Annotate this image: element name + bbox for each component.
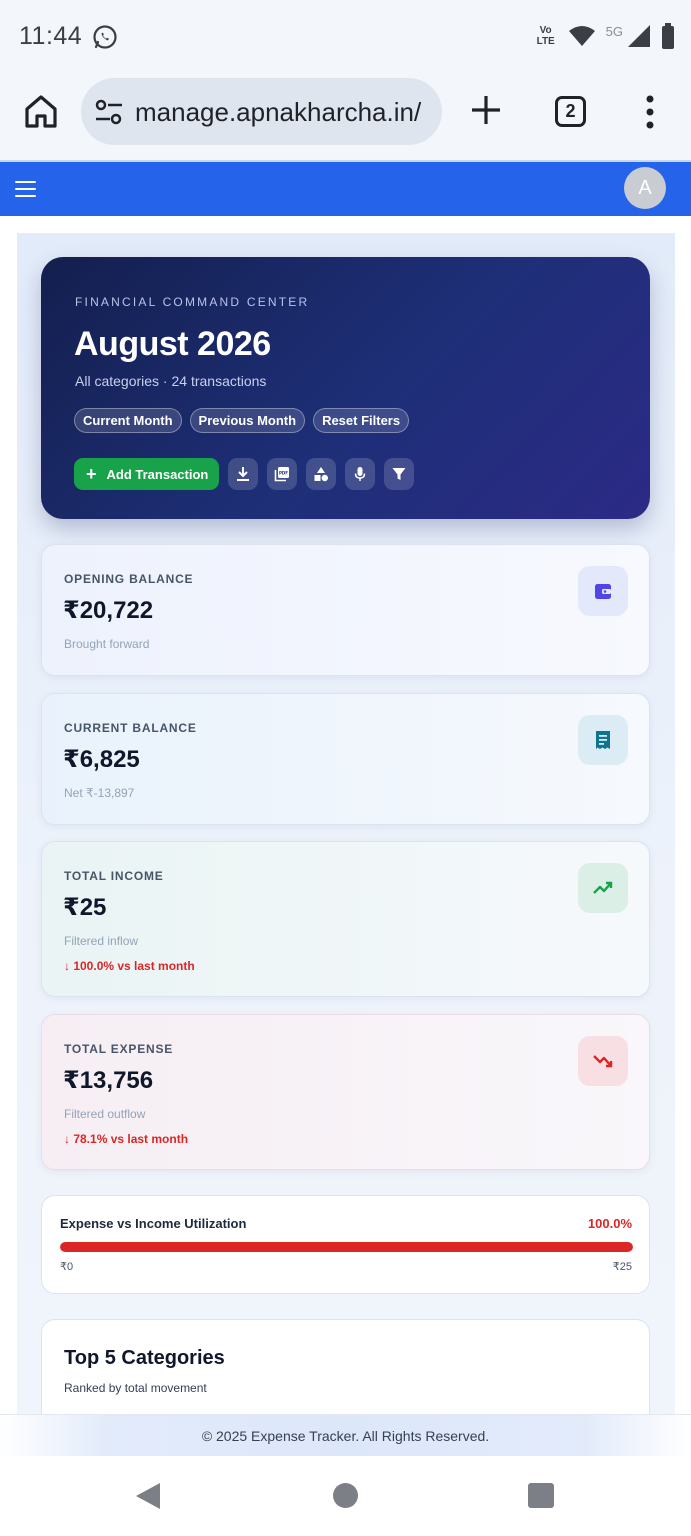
- home-button-icon[interactable]: [333, 1483, 358, 1508]
- trending-down-icon: [578, 1036, 628, 1086]
- utilization-title: Expense vs Income Utilization: [60, 1216, 247, 1231]
- add-transaction-button[interactable]: + Add Transaction: [74, 458, 219, 490]
- utilization-card: Expense vs Income Utilization 100.0% ₹0 …: [41, 1195, 650, 1294]
- total-income-label: TOTAL INCOME: [64, 869, 164, 883]
- total-income-value: ₹25: [63, 894, 107, 921]
- hero-actions: + Add Transaction PDF: [74, 458, 414, 490]
- add-transaction-label: Add Transaction: [106, 466, 209, 482]
- current-balance-card: CURRENT BALANCE ₹6,825 Net ₹-13,897: [41, 693, 650, 825]
- filter-chips: Current Month Previous Month Reset Filte…: [74, 408, 410, 433]
- utilization-max-label: ₹25: [612, 1261, 632, 1273]
- opening-balance-label: OPENING BALANCE: [64, 572, 194, 586]
- pdf-export-button[interactable]: PDF: [267, 458, 297, 490]
- total-expense-value: ₹13,756: [63, 1067, 154, 1094]
- page-footer: © 2025 Expense Tracker. All Rights Reser…: [0, 1414, 691, 1456]
- hero-card: FINANCIAL COMMAND CENTER August 2026 All…: [41, 257, 650, 519]
- chip-reset-filters[interactable]: Reset Filters: [313, 408, 410, 433]
- menu-icon[interactable]: [15, 181, 36, 197]
- avatar[interactable]: A: [624, 167, 666, 209]
- expense-trend: ↓ 78.1% vs last month: [64, 1132, 189, 1146]
- pdf-icon: PDF: [274, 467, 289, 482]
- current-balance-note: Net ₹-13,897: [64, 786, 135, 800]
- hero-eyebrow: FINANCIAL COMMAND CENTER: [75, 295, 310, 309]
- total-expense-note: Filtered outflow: [64, 1107, 146, 1121]
- site-settings-icon[interactable]: [95, 99, 123, 125]
- dashboard-content: FINANCIAL COMMAND CENTER August 2026 All…: [17, 233, 675, 1414]
- current-balance-label: CURRENT BALANCE: [64, 721, 197, 735]
- chip-current-month[interactable]: Current Month: [74, 408, 182, 433]
- filter-icon: [392, 468, 406, 480]
- new-tab-icon[interactable]: [469, 93, 503, 127]
- home-icon[interactable]: [22, 92, 60, 130]
- chip-previous-month[interactable]: Previous Month: [189, 408, 306, 433]
- receipt-icon: [578, 715, 628, 765]
- opening-balance-card: OPENING BALANCE ₹20,722 Brought forward: [41, 544, 650, 676]
- download-button[interactable]: [228, 458, 258, 490]
- pdf-icon-label: PDF: [279, 471, 288, 476]
- url-bar[interactable]: manage.apnakharcha.in/: [81, 78, 442, 145]
- page-title: August 2026: [74, 325, 271, 363]
- utilization-percent: 100.0%: [587, 1216, 632, 1231]
- opening-balance-value: ₹20,722: [63, 597, 154, 624]
- top-categories-card: Top 5 Categories Ranked by total movemen…: [41, 1319, 650, 1414]
- utilization-progress-bar: [60, 1242, 633, 1252]
- system-nav-bar: [0, 1456, 691, 1536]
- current-balance-value: ₹6,825: [63, 746, 140, 773]
- total-expense-label: TOTAL EXPENSE: [64, 1042, 174, 1056]
- whatsapp-icon: [93, 25, 117, 49]
- network-type-label: 5G: [605, 23, 623, 39]
- utilization-min-label: ₹0: [60, 1261, 74, 1273]
- hero-subtitle: All categories · 24 transactions: [75, 373, 267, 389]
- battery-icon: [662, 23, 674, 49]
- top-categories-title: Top 5 Categories: [64, 1347, 225, 1369]
- total-income-note: Filtered inflow: [64, 934, 139, 948]
- utilization-progress-fill: [60, 1242, 633, 1252]
- status-bar: 11:44 Vo LTE 5G: [0, 0, 691, 74]
- shapes-icon: [314, 467, 328, 482]
- categories-button[interactable]: [306, 458, 336, 490]
- trending-up-icon: [578, 863, 628, 913]
- wallet-icon: [578, 566, 628, 616]
- signal-icon: [628, 25, 650, 47]
- income-trend: ↓ 100.0% vs last month: [64, 959, 195, 973]
- voice-input-button[interactable]: [345, 458, 375, 490]
- microphone-icon: [354, 467, 366, 481]
- top-categories-subtitle: Ranked by total movement: [64, 1381, 207, 1395]
- status-time: 11:44: [19, 22, 83, 50]
- download-icon: [237, 467, 249, 481]
- back-icon[interactable]: [135, 1482, 161, 1510]
- app-header: A: [0, 160, 691, 216]
- status-icons: Vo LTE 5G: [534, 22, 675, 50]
- recent-apps-icon[interactable]: [528, 1483, 554, 1508]
- more-options-icon[interactable]: [643, 94, 657, 130]
- total-income-card: TOTAL INCOME ₹25 Filtered inflow ↓ 100.0…: [41, 841, 650, 997]
- filter-button[interactable]: [384, 458, 414, 490]
- tab-switcher-button[interactable]: 2: [555, 96, 586, 127]
- volte-icon: Vo LTE: [536, 25, 555, 47]
- opening-balance-note: Brought forward: [64, 637, 150, 651]
- url-text[interactable]: manage.apnakharcha.in/: [135, 97, 435, 128]
- wifi-icon: [568, 26, 595, 46]
- plus-icon: +: [86, 464, 97, 484]
- total-expense-card: TOTAL EXPENSE ₹13,756 Filtered outflow ↓…: [41, 1014, 650, 1170]
- browser-toolbar: manage.apnakharcha.in/ 2: [0, 74, 691, 160]
